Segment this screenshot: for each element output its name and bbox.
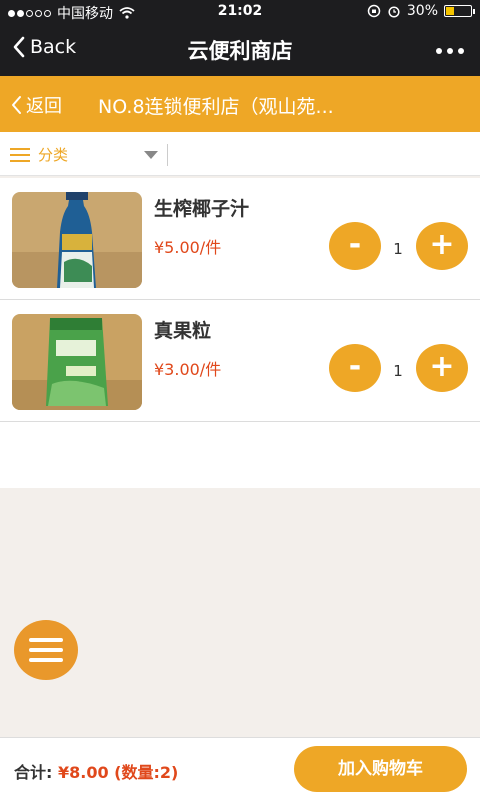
battery-icon [444, 5, 475, 17]
quantity-value: 1 [393, 240, 403, 258]
menu-fab-button[interactable] [14, 620, 78, 680]
product-image[interactable] [12, 314, 142, 410]
add-to-cart-button[interactable]: 加入购物车 [294, 746, 467, 792]
cart-footer: 合计: ¥8.00 (数量:2) 加入购物车 [0, 737, 480, 800]
hamburger-icon [29, 638, 63, 642]
decrease-quantity-button[interactable]: - [329, 222, 381, 270]
product-list: 生榨椰子汁 ¥5.00/件 - 1 + 真果粒 ¥3.00/件 - 1 + [0, 178, 480, 488]
battery-percent: 30% [406, 3, 438, 19]
more-dot-icon [436, 48, 442, 54]
chevron-left-icon [12, 96, 21, 114]
back-label: Back [30, 36, 77, 58]
filter-bar: 分类 [0, 132, 480, 176]
total-label: 合计: [14, 763, 53, 782]
return-label: 返回 [26, 96, 62, 117]
divider [167, 144, 168, 166]
total-amount: ¥8.00 [57, 763, 109, 782]
product-price: ¥3.00/件 [154, 360, 222, 379]
quantity-value: 1 [393, 362, 403, 380]
product-item: 生榨椰子汁 ¥5.00/件 - 1 + [0, 178, 480, 300]
product-item: 真果粒 ¥3.00/件 - 1 + [0, 300, 480, 422]
dropdown-caret-icon[interactable] [144, 151, 158, 159]
nav-bar: Back 云便利商店 [0, 24, 480, 76]
product-image[interactable] [12, 192, 142, 288]
status-bar: 中国移动 21:02 30% [0, 0, 480, 24]
category-label: 分类 [38, 146, 69, 164]
order-total: 合计: ¥8.00 (数量:2) [14, 759, 178, 783]
store-header: 返回 NO.8连锁便利店（观山苑... [0, 76, 480, 132]
back-button[interactable]: Back [12, 36, 76, 58]
status-right-group: 30% [367, 3, 475, 19]
increase-quantity-button[interactable]: + [416, 344, 468, 392]
store-name: NO.8连锁便利店（观山苑... [98, 96, 334, 118]
total-count: (数量:2) [114, 763, 179, 782]
product-name: 生榨椰子汁 [154, 198, 250, 220]
more-options-button[interactable] [436, 48, 464, 54]
product-name: 真果粒 [154, 320, 212, 342]
list-icon [10, 147, 30, 162]
decrease-quantity-button[interactable]: - [329, 344, 381, 392]
category-dropdown[interactable]: 分类 [10, 144, 68, 165]
alarm-icon [388, 6, 400, 18]
rotation-lock-icon [367, 4, 381, 18]
increase-quantity-button[interactable]: + [416, 222, 468, 270]
product-price: ¥5.00/件 [154, 238, 222, 257]
chevron-left-icon [13, 36, 25, 58]
return-button[interactable]: 返回 [10, 92, 62, 118]
